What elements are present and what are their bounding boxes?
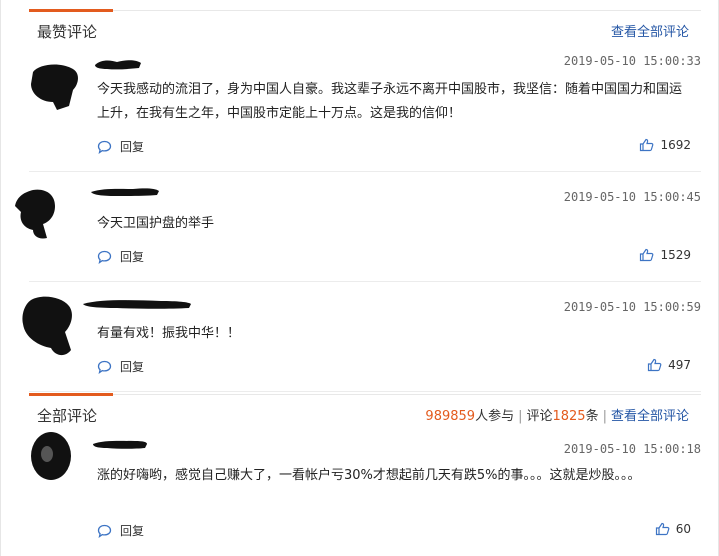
thumbs-up-icon	[647, 358, 662, 372]
avatar[interactable]	[13, 186, 69, 242]
reply-icon	[97, 360, 112, 374]
reply-button[interactable]: 回复	[97, 248, 144, 265]
comment-time: 2019-05-10 15:00:33	[563, 54, 701, 68]
comment-count: 1825	[552, 409, 586, 424]
comment-actions: 回复 1529	[97, 248, 691, 268]
stats-divider: |	[518, 409, 523, 424]
comment-time: 2019-05-10 15:00:45	[563, 190, 701, 204]
reply-icon	[97, 140, 112, 154]
like-button[interactable]: 1529	[639, 248, 691, 262]
like-count: 1692	[660, 138, 691, 152]
top-comments-header: 最赞评论 查看全部评论	[29, 9, 701, 46]
comment-time: 2019-05-10 15:00:18	[563, 442, 701, 456]
comment-time: 2019-05-10 15:00:59	[563, 300, 701, 314]
reply-icon	[97, 250, 112, 264]
comment-item: 2019-05-10 15:00:59 有量有戏！振我中华！！ 回复 497	[22, 282, 701, 392]
like-button[interactable]: 1692	[639, 138, 691, 152]
username-redacted[interactable]	[89, 184, 161, 198]
comment-item: 2019-05-10 15:00:45 今天卫国护盘的举手 回复 1529	[15, 172, 701, 282]
reply-button[interactable]: 回复	[97, 522, 144, 539]
section-title: 全部评论	[37, 407, 98, 425]
like-count: 1529	[660, 248, 691, 262]
thumbs-up-icon	[640, 138, 654, 152]
comment-text: 今天我感动的流泪了，身为中国人自豪。我这辈子永远不离开中国股市，我坚信：随着中国…	[97, 82, 683, 121]
username-redacted[interactable]	[91, 436, 149, 450]
thumbs-up-icon	[640, 248, 654, 262]
reply-icon	[97, 524, 112, 538]
like-count: 497	[668, 358, 691, 372]
participant-count: 989859	[425, 409, 476, 424]
section-title: 最赞评论	[37, 23, 98, 41]
username-redacted[interactable]	[93, 56, 143, 70]
reply-label: 回复	[120, 250, 145, 264]
section-accent-bar	[29, 9, 113, 12]
reply-label: 回复	[120, 360, 145, 374]
reply-label: 回复	[120, 524, 145, 538]
comment-text: 涨的好嗨哟，感觉自己赚大了，一看帐户亏30%才想起前几天有跌5%的事。。。这就是…	[97, 468, 641, 483]
comments-page: 最赞评论 查看全部评论 2019-05-10 15:00:33 今天我感动的流泪…	[0, 0, 719, 556]
section-accent-bar	[29, 393, 113, 396]
comments-prefix: 评论	[526, 409, 553, 424]
comment-actions: 回复 60	[97, 522, 691, 542]
avatar[interactable]	[29, 58, 85, 114]
view-all-comments-link[interactable]: 查看全部评论	[611, 409, 689, 424]
comment-actions: 回复 1692	[97, 138, 691, 158]
avatar[interactable]	[27, 430, 83, 490]
comment-item: 2019-05-10 15:00:33 今天我感动的流泪了，身为中国人自豪。我这…	[29, 52, 701, 172]
reply-button[interactable]: 回复	[97, 358, 144, 375]
comments-suffix: 条	[585, 409, 599, 424]
participant-suffix: 人参与	[475, 409, 515, 424]
comment-actions: 回复 497	[97, 358, 691, 378]
username-redacted[interactable]	[81, 296, 193, 310]
comment-item: 2019-05-10 15:00:18 涨的好嗨哟，感觉自己赚大了，一看帐户亏3…	[29, 430, 701, 554]
like-count: 60	[675, 522, 691, 536]
reply-label: 回复	[120, 140, 145, 154]
stats-divider: |	[602, 409, 607, 424]
comment-text: 有量有戏！振我中华！！	[97, 326, 241, 341]
thumbs-up-icon	[655, 522, 670, 536]
comment-stats: 989859人参与 | 评论1825条 | 查看全部评论	[425, 405, 689, 424]
avatar[interactable]	[21, 292, 83, 358]
like-button[interactable]: 497	[647, 358, 691, 372]
reply-button[interactable]: 回复	[97, 138, 144, 155]
comment-text: 今天卫国护盘的举手	[97, 216, 215, 231]
all-comments-header: 全部评论 989859人参与 | 评论1825条 | 查看全部评论	[29, 393, 701, 430]
view-all-comments-link[interactable]: 查看全部评论	[611, 21, 689, 40]
like-button[interactable]: 60	[655, 522, 691, 536]
